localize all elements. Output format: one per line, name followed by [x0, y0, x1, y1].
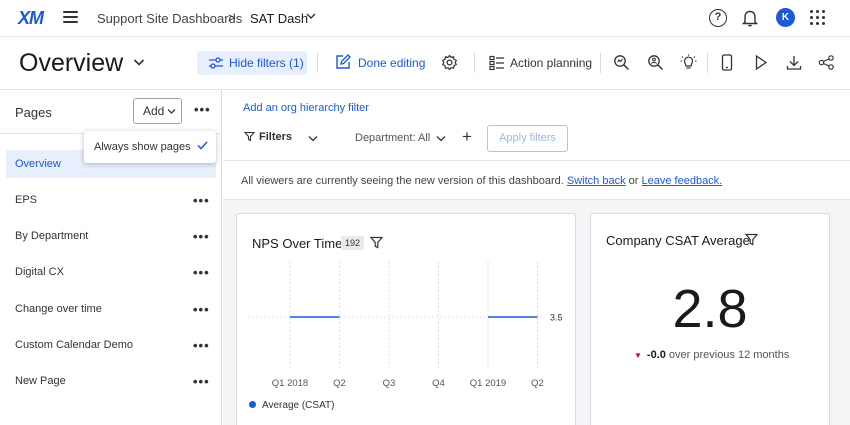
add-filter-icon[interactable]: +: [462, 127, 472, 147]
legend-marker: [249, 401, 256, 408]
filter-icon[interactable]: [370, 236, 383, 249]
trend-value: -0.0: [646, 349, 666, 361]
page-more-icon[interactable]: •••: [193, 302, 210, 317]
sidebar-more-icon[interactable]: •••: [194, 102, 211, 117]
gear-icon[interactable]: [441, 54, 458, 71]
sidebar-item-change-over-time[interactable]: Change over time: [6, 295, 216, 323]
page-more-icon[interactable]: •••: [193, 374, 210, 389]
notice-text: All viewers are currently seeing the new…: [241, 175, 564, 187]
widget-title: Company CSAT Average: [606, 233, 750, 248]
x-tick-label: Q1 2019: [470, 378, 506, 389]
toolbar-divider: [317, 53, 318, 73]
filters-label[interactable]: Filters: [259, 131, 292, 143]
x-tick-label: Q2: [333, 378, 346, 389]
page-more-icon[interactable]: •••: [193, 265, 210, 280]
chart-legend: Average (CSAT): [249, 400, 334, 411]
x-tick-label: Q1 2018: [272, 378, 308, 389]
chevron-down-icon[interactable]: [306, 12, 316, 20]
avatar[interactable]: K: [776, 8, 795, 27]
download-icon[interactable]: [786, 54, 802, 71]
x-tick-label: Q3: [383, 378, 396, 389]
search-people-icon[interactable]: [647, 54, 664, 71]
sidebar-item-by-department[interactable]: By Department: [6, 222, 216, 250]
widget-title: NPS Over Time: [252, 236, 343, 251]
add-org-hierarchy-filter-link[interactable]: Add an org hierarchy filter: [243, 102, 369, 114]
page-more-icon[interactable]: •••: [193, 193, 210, 208]
data-label: 3.5: [550, 313, 563, 323]
breadcrumb-dashboard[interactable]: SAT Dash: [250, 11, 308, 26]
sidebar-item-digital-cx[interactable]: Digital CX: [6, 258, 216, 286]
legend-label: Average (CSAT): [262, 400, 335, 411]
sidebar-item-new-page[interactable]: New Page: [6, 367, 216, 395]
x-tick-label: Q4: [432, 378, 445, 389]
csat-trend: ▼ -0.0 over previous 12 months: [634, 349, 789, 361]
chevron-down-icon: [167, 109, 176, 114]
action-planning-button[interactable]: Action planning: [510, 56, 592, 70]
csat-average-value: 2.8: [672, 279, 748, 339]
page-title[interactable]: Overview: [19, 49, 123, 78]
pencil-icon: [336, 54, 351, 69]
pages-title: Pages: [15, 105, 52, 120]
bell-icon[interactable]: [742, 9, 758, 27]
department-filter[interactable]: Department: All: [355, 132, 430, 144]
breadcrumb-project[interactable]: Support Site Dashboards: [97, 11, 242, 26]
chevron-down-icon[interactable]: [436, 135, 446, 142]
down-arrow-icon: ▼: [634, 351, 642, 360]
filter-icon: [244, 131, 255, 142]
sidebar-item-eps[interactable]: EPS: [6, 186, 216, 214]
page-more-icon[interactable]: •••: [193, 229, 210, 244]
play-icon[interactable]: [754, 54, 768, 71]
xm-logo[interactable]: XM: [18, 8, 44, 29]
leave-feedback-link[interactable]: Leave feedback.: [642, 175, 723, 187]
filter-sliders-icon: [209, 57, 223, 69]
filter-icon[interactable]: [745, 233, 758, 246]
x-tick-label: Q2: [531, 378, 544, 389]
trend-text: over previous 12 months: [668, 349, 790, 361]
mobile-preview-icon[interactable]: [721, 54, 733, 71]
chevron-down-icon[interactable]: [133, 58, 145, 67]
apply-filters-button[interactable]: Apply filters: [487, 125, 568, 152]
nps-line-chart: Q1 2018 Q2 Q3 Q4 Q1 2019 Q2 3.5: [248, 262, 563, 389]
hamburger-menu-icon[interactable]: [63, 11, 78, 23]
version-notice: All viewers are currently seeing the new…: [241, 175, 722, 187]
toolbar-divider: [474, 53, 475, 73]
page-more-icon[interactable]: •••: [193, 338, 210, 353]
toolbar-divider: [600, 53, 601, 73]
done-editing-button[interactable]: Done editing: [358, 56, 425, 70]
response-count-badge: 192: [341, 236, 365, 250]
sidebar-item-custom-calendar-demo[interactable]: Custom Calendar Demo: [6, 331, 216, 359]
apps-grid-icon[interactable]: [810, 10, 826, 26]
search-insights-icon[interactable]: [613, 54, 630, 71]
lightbulb-icon[interactable]: [680, 54, 697, 71]
share-icon[interactable]: [818, 54, 835, 71]
notice-or: or: [628, 175, 639, 187]
chevron-down-icon[interactable]: [308, 135, 318, 142]
switch-back-link[interactable]: Switch back: [567, 175, 626, 187]
check-icon: [197, 141, 208, 150]
action-planning-icon: [489, 55, 504, 71]
toolbar-divider: [707, 53, 708, 73]
breadcrumb-separator: >: [228, 10, 236, 25]
help-icon[interactable]: ?: [709, 9, 727, 27]
